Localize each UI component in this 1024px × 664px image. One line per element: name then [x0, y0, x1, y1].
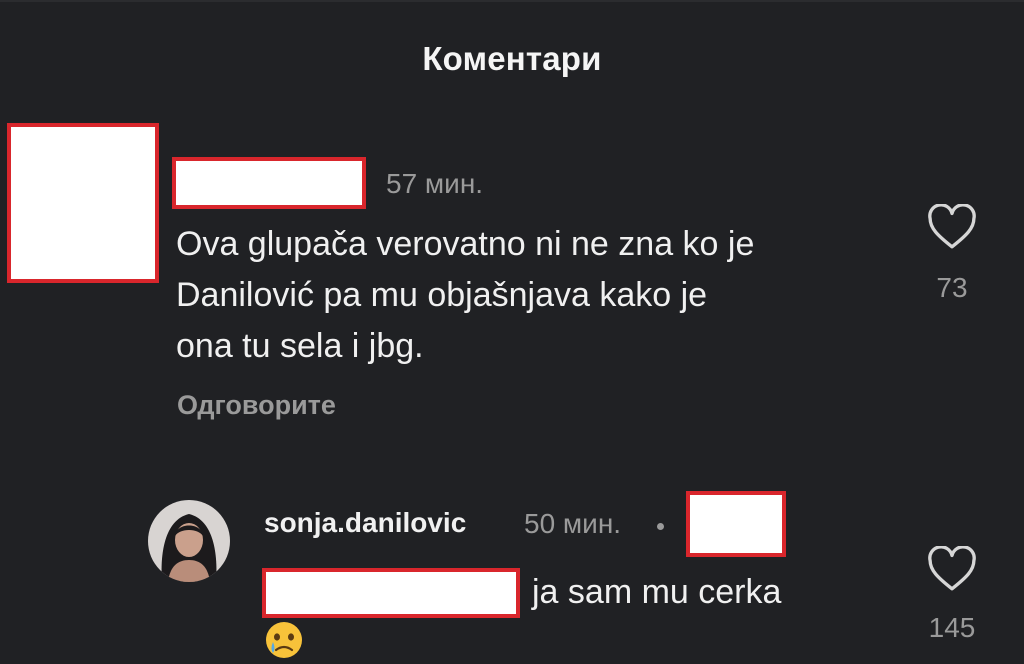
like-count: 73	[936, 272, 968, 303]
separator-dot	[657, 523, 664, 530]
page-title: Коментари	[422, 40, 602, 77]
like-button[interactable]	[922, 545, 982, 597]
comment-line: Danilović pa mu objašnjava kako je	[176, 276, 708, 314]
heart-outline-icon	[928, 203, 976, 249]
comment-text: ja sam mu cerka	[532, 573, 782, 611]
comment-line: Ova glupača verovatno ni ne zna ko je	[176, 225, 755, 263]
face-holding-back-tears-emoji	[266, 622, 302, 658]
heart-outline-icon	[928, 545, 976, 591]
avatar[interactable]	[148, 500, 230, 582]
like-button[interactable]	[922, 203, 982, 255]
redacted-mention	[262, 568, 520, 618]
comment-time: 57 мин.	[386, 168, 484, 199]
redacted-username	[172, 157, 366, 209]
like-count: 145	[928, 612, 976, 643]
comment-time: 50 мин.	[524, 508, 622, 539]
comment-text: Ova glupača verovatno ni ne zna ko je Da…	[176, 219, 896, 372]
redacted-avatar	[7, 123, 159, 283]
comment-line: ona tu sela i jbg.	[176, 327, 424, 365]
reply-button[interactable]: Одговорите	[177, 390, 336, 421]
top-divider	[0, 0, 1024, 2]
comment-username[interactable]: sonja.danilovic	[264, 507, 466, 539]
redacted-label	[686, 491, 786, 557]
avatar-image	[148, 500, 230, 582]
